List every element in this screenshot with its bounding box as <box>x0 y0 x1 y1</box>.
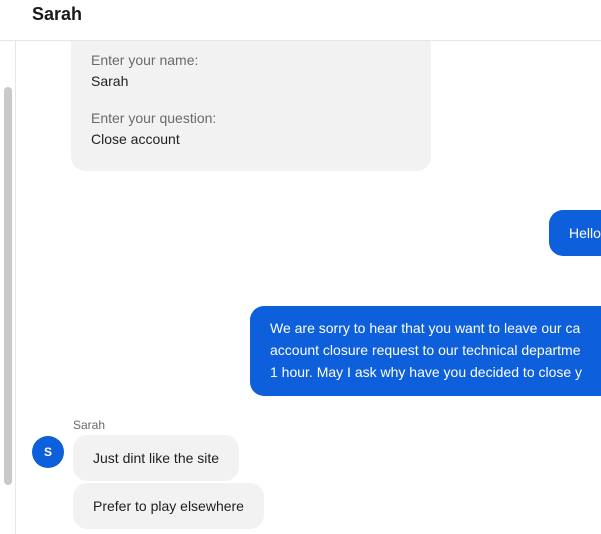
message-list[interactable]: Enter your name: Sarah Enter your questi… <box>16 41 601 534</box>
question-label: Enter your question: <box>91 110 217 126</box>
name-label: Enter your name: <box>91 52 199 68</box>
chat-title: Sarah <box>32 4 83 24</box>
question-value: Close account <box>91 131 180 147</box>
message-text-line: account closure request to our technical… <box>270 342 581 358</box>
outgoing-message: Hello <box>549 210 601 256</box>
scrollbar-thumb[interactable] <box>4 87 12 485</box>
pre-chat-form-summary: Enter your name: Sarah Enter your questi… <box>71 41 431 171</box>
message-text-line: Hello <box>569 225 601 241</box>
message-text-line: 1 hour. May I ask why have you decided t… <box>270 364 583 380</box>
avatar: S <box>32 436 64 468</box>
sender-name: Sarah <box>73 418 106 432</box>
outgoing-message: We are sorry to hear that you want to le… <box>250 306 601 396</box>
chat-window: Sarah Enter your name: Sarah Enter your … <box>0 0 601 534</box>
name-value: Sarah <box>91 73 129 89</box>
chat-header: Sarah <box>0 0 601 41</box>
message-text-line: We are sorry to hear that you want to le… <box>270 320 581 336</box>
incoming-message: Just dint like the site <box>73 435 240 481</box>
incoming-message: Prefer to play elsewhere <box>73 483 264 529</box>
left-rail <box>0 41 16 534</box>
